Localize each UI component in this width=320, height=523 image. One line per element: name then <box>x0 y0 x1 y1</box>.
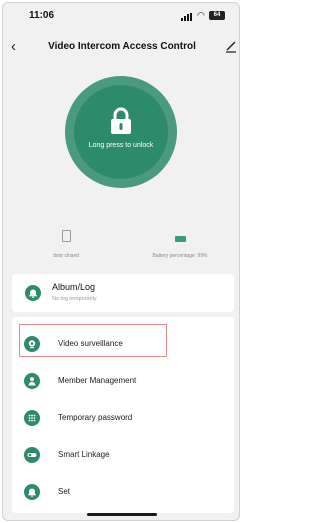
battery-status-label: Battery percentage: 99% <box>152 253 208 259</box>
status-bar: 11:06 ◠ 64 <box>3 3 239 31</box>
album-title: Album/Log <box>52 282 96 292</box>
door-icon <box>61 230 71 242</box>
app-header: ‹ Video Intercom Access Control <box>3 33 239 65</box>
battery-icon: 64 <box>209 11 225 20</box>
battery-status: Battery percentage: 99% <box>125 229 235 259</box>
door-status: door closed <box>11 229 121 259</box>
unlock-button[interactable]: Long press to unlock <box>65 76 177 188</box>
door-status-label: door closed <box>53 253 79 259</box>
menu-item-member-management[interactable]: Member Management <box>12 364 234 398</box>
cellular-signal-icon <box>181 13 195 21</box>
menu-item-label: Member Management <box>58 376 137 385</box>
home-indicator <box>87 513 157 516</box>
menu-item-video-surveillance[interactable]: Video surveillance <box>12 327 234 361</box>
battery-level-icon <box>174 236 186 242</box>
status-time: 11:06 <box>29 10 55 21</box>
menu-item-label: Video surveillance <box>58 339 123 348</box>
wifi-icon: ◠ <box>197 10 205 20</box>
camera-icon <box>24 336 40 352</box>
menu-item-smart-linkage[interactable]: Smart Linkage <box>12 438 234 472</box>
page-title: Video Intercom Access Control <box>48 41 196 52</box>
settings-bell-icon <box>24 484 40 500</box>
menu-item-temporary-password[interactable]: Temporary password <box>12 401 234 435</box>
keypad-icon <box>24 410 40 426</box>
menu-item-set[interactable]: Set <box>12 475 234 509</box>
menu-item-label: Temporary password <box>58 413 133 422</box>
album-log-card[interactable]: Album/Log No log temporarily <box>12 274 234 312</box>
unlock-label: Long press to unlock <box>88 142 154 149</box>
phone-screen: 11:06 ◠ 64 ‹ Video Intercom Access Contr… <box>2 2 240 521</box>
album-subtitle: No log temporarily <box>52 296 97 302</box>
user-icon <box>24 373 40 389</box>
toggle-icon <box>24 447 40 463</box>
function-menu: Video surveillance Member Management Tem… <box>12 317 234 513</box>
edit-icon[interactable] <box>225 39 237 53</box>
menu-item-label: Smart Linkage <box>58 450 110 459</box>
lock-icon <box>111 107 131 134</box>
unlock-button-inner: Long press to unlock <box>74 85 168 179</box>
menu-item-label: Set <box>58 487 71 496</box>
bell-icon <box>25 285 41 301</box>
